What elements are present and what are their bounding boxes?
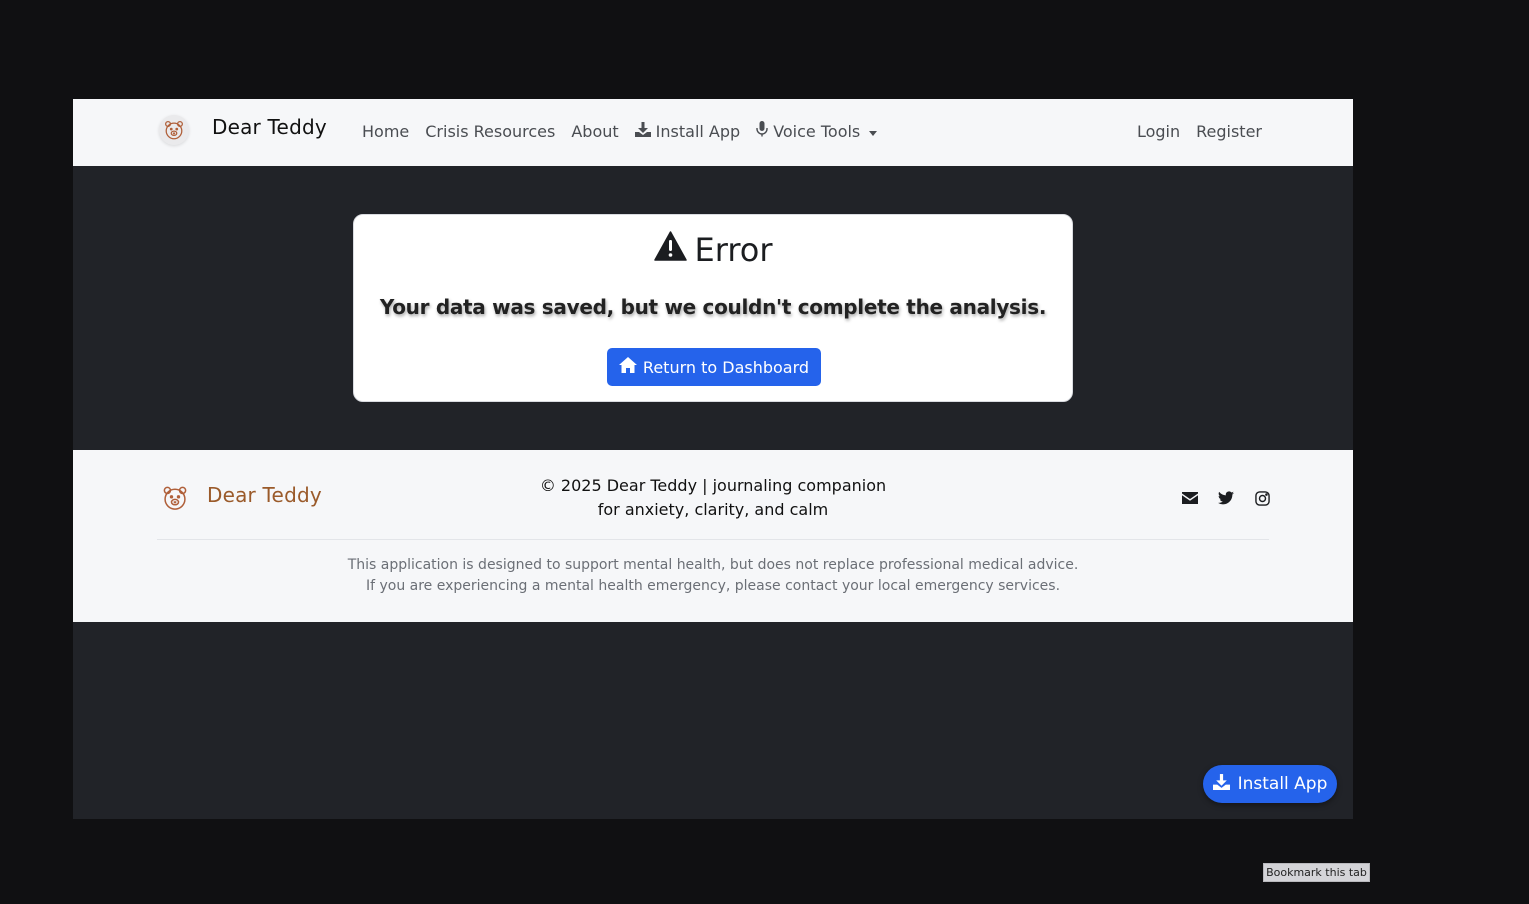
error-card: Error Your data was saved, but we couldn… — [353, 214, 1073, 402]
nav-crisis-label: Crisis Resources — [425, 122, 556, 141]
twitter-icon[interactable] — [1217, 489, 1235, 507]
footer-disclaimer: This application is designed to support … — [73, 555, 1353, 597]
footer-divider — [157, 539, 1269, 540]
nav-voice-label: Voice Tools — [773, 122, 861, 141]
envelope-icon[interactable] — [1181, 489, 1199, 507]
nav-voice-tools-dropdown[interactable]: Voice Tools — [748, 121, 885, 143]
nav-home-label: Home — [362, 122, 410, 141]
warning-triangle-icon — [653, 231, 687, 269]
footer-copyright: © 2025 Dear Teddy | journaling companion… — [513, 474, 913, 522]
app-viewport: Dear Teddy Home Crisis Resources About I… — [73, 99, 1353, 819]
nav-about[interactable]: About — [563, 121, 626, 143]
instagram-icon[interactable] — [1253, 489, 1271, 507]
error-title-text: Error — [694, 231, 773, 269]
nav-links: Home Crisis Resources About Install App — [354, 121, 885, 143]
nav-about-label: About — [571, 122, 619, 141]
page-footer: Dear Teddy © 2025 Dear Teddy | journalin… — [73, 450, 1353, 622]
footer-brand-name: Dear Teddy — [207, 483, 322, 507]
footer-social-links — [1181, 489, 1271, 507]
footer-copyright-line2: for anxiety, clarity, and calm — [597, 500, 829, 519]
download-icon — [634, 121, 651, 143]
return-to-dashboard-button[interactable]: Return to Dashboard — [607, 348, 821, 386]
error-title: Error — [354, 231, 1072, 269]
chevron-down-icon — [869, 130, 878, 136]
top-navbar: Dear Teddy Home Crisis Resources About I… — [73, 99, 1353, 166]
nav-login[interactable]: Login — [1129, 121, 1188, 143]
install-app-floating-label: Install App — [1237, 774, 1328, 794]
footer-copyright-line1: © 2025 Dear Teddy | journaling companion — [539, 476, 887, 495]
teddy-bear-icon — [160, 483, 190, 513]
error-message: Your data was saved, but we couldn't com… — [379, 295, 1047, 319]
download-icon — [1212, 773, 1230, 795]
nav-home[interactable]: Home — [354, 121, 417, 143]
microphone-icon — [756, 121, 768, 143]
bookmark-tab-tooltip: Bookmark this tab — [1263, 863, 1370, 882]
return-to-dashboard-label: Return to Dashboard — [642, 357, 810, 377]
brand-name[interactable]: Dear Teddy — [212, 115, 327, 139]
install-app-floating-button[interactable]: Install App — [1203, 765, 1337, 803]
nav-install-label: Install App — [655, 122, 741, 141]
nav-register[interactable]: Register — [1188, 121, 1270, 143]
nav-login-label: Login — [1136, 122, 1181, 141]
nav-install-app[interactable]: Install App — [627, 121, 749, 143]
nav-auth-links: Login Register — [1129, 121, 1270, 143]
nav-crisis-resources[interactable]: Crisis Resources — [417, 121, 563, 143]
nav-register-label: Register — [1196, 122, 1262, 141]
disclaimer-line1: This application is designed to support … — [347, 557, 1079, 573]
disclaimer-line2: If you are experiencing a mental health … — [365, 578, 1061, 594]
teddy-bear-icon[interactable] — [159, 115, 189, 145]
home-icon — [618, 357, 637, 377]
